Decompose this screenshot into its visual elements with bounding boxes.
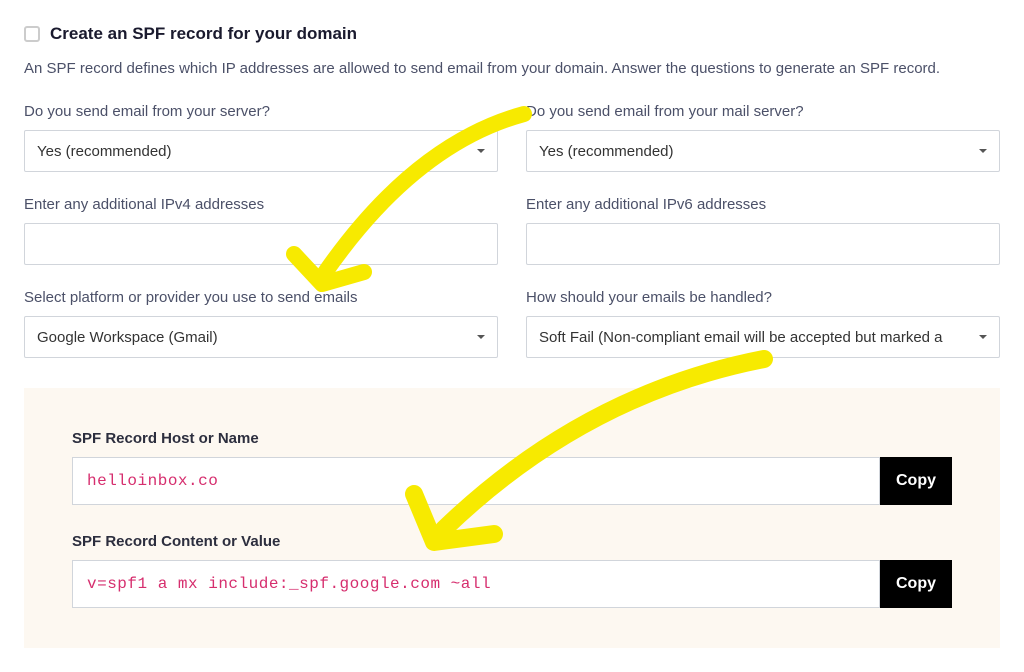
ipv4-label: Enter any additional IPv4 addresses [24,196,498,213]
spf-content-label: SPF Record Content or Value [72,533,952,550]
spf-content-value: v=spf1 a mx include:_spf.google.com ~all [72,560,880,608]
ipv6-label: Enter any additional IPv6 addresses [526,196,1000,213]
page-title: Create an SPF record for your domain [50,24,357,44]
ipv6-input[interactable] [526,223,1000,265]
send-from-server-select[interactable]: Yes (recommended) [24,130,498,172]
platform-label: Select platform or provider you use to s… [24,289,498,306]
copy-content-button[interactable]: Copy [880,560,952,608]
send-from-mail-server-label: Do you send email from your mail server? [526,103,1000,120]
copy-host-button[interactable]: Copy [880,457,952,505]
handling-label: How should your emails be handled? [526,289,1000,306]
create-spf-checkbox[interactable] [24,26,40,42]
spf-host-value: helloinbox.co [72,457,880,505]
description-text: An SPF record defines which IP addresses… [24,58,1000,79]
platform-select[interactable]: Google Workspace (Gmail) [24,316,498,358]
send-from-mail-server-select[interactable]: Yes (recommended) [526,130,1000,172]
send-from-server-label: Do you send email from your server? [24,103,498,120]
ipv4-input[interactable] [24,223,498,265]
handling-select[interactable]: Soft Fail (Non-compliant email will be a… [526,316,1000,358]
spf-host-label: SPF Record Host or Name [72,430,952,447]
